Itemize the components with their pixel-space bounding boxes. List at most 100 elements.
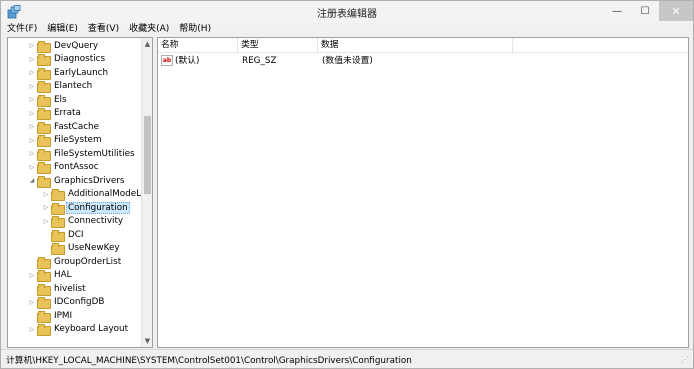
tree-item-connectivity[interactable]: ▷ Connectivity	[43, 215, 125, 229]
column-header-name[interactable]: 名称	[158, 38, 238, 52]
tree-item-earlylaunch[interactable]: ▷ EarlyLaunch	[29, 66, 110, 80]
tree-item-label: Configuration	[66, 201, 130, 214]
close-button[interactable]: ✕	[659, 1, 693, 21]
tree-item-fastcache[interactable]: ▷ FastCache	[29, 120, 101, 134]
tree-item-dci[interactable]: DCI	[43, 228, 86, 242]
expand-arrow-icon[interactable]: ▷	[29, 136, 35, 144]
tree-item-filesystem[interactable]: ▷ FileSystem	[29, 134, 104, 148]
column-header-row: 名称 类型 数据	[158, 38, 688, 53]
menu-file[interactable]: 文件(F)	[2, 23, 42, 35]
tree-item-label: EarlyLaunch	[54, 67, 109, 78]
menu-view[interactable]: 查看(V)	[83, 23, 124, 35]
expand-arrow-icon[interactable]: ▷	[29, 298, 35, 306]
title-bar[interactable]: 注册表编辑器 — ☐ ✕	[1, 1, 693, 23]
tree-item-label: Connectivity	[68, 216, 124, 227]
tree-item-ipmi[interactable]: IPMI	[29, 309, 74, 323]
expand-arrow-icon[interactable]: ▷	[43, 217, 49, 225]
folder-icon	[37, 270, 51, 283]
no-expander	[43, 244, 49, 252]
value-row[interactable]: ab (默认) REG_SZ (数值未设置)	[158, 54, 688, 68]
maximize-button[interactable]: ☐	[631, 1, 659, 21]
collapse-arrow-icon[interactable]: ◢	[29, 177, 35, 185]
tree-item-errata[interactable]: ▷ Errata	[29, 107, 83, 121]
expand-arrow-icon[interactable]: ▷	[43, 190, 49, 198]
expand-arrow-icon[interactable]: ▷	[29, 69, 35, 77]
tree-item-keyboard-layout[interactable]: ▷ Keyboard Layout	[29, 323, 130, 337]
registry-values-list[interactable]: 名称 类型 数据 ab (默认) REG_SZ (数值未设置)	[157, 37, 689, 348]
tree-item-devquery[interactable]: ▷ DevQuery	[29, 39, 100, 53]
tree-item-label: FileSystem	[54, 135, 102, 146]
expand-arrow-icon[interactable]: ▷	[29, 163, 35, 171]
no-expander	[29, 258, 35, 266]
tree-item-label: IPMI	[54, 310, 73, 321]
tree-item-graphicsdrivers[interactable]: ◢ GraphicsDrivers	[29, 174, 127, 188]
value-data: (数值未设置)	[322, 56, 373, 66]
status-bar: 计算机\HKEY_LOCAL_MACHINE\SYSTEM\ControlSet…	[1, 349, 693, 367]
registry-key-tree[interactable]: ▷ DevQuery ▷ Diagnostics ▷ EarlyLaunch ▷ Elante…	[7, 37, 153, 348]
string-value-icon: ab	[161, 55, 173, 66]
expand-arrow-icon[interactable]: ▷	[29, 325, 35, 333]
folder-icon	[37, 148, 51, 161]
folder-icon	[37, 162, 51, 175]
tree-item-label: Errata	[54, 108, 81, 119]
scroll-up-icon[interactable]: ▲	[142, 38, 152, 50]
column-header-type[interactable]: 类型	[238, 38, 318, 52]
tree-item-label: AdditionalModeLis	[68, 189, 149, 200]
expand-arrow-icon[interactable]: ▷	[29, 123, 35, 131]
tree-item-idconfigdb[interactable]: ▷ IDConfigDB	[29, 296, 106, 310]
folder-icon	[51, 189, 65, 202]
menu-bar: 文件(F) 编辑(E) 查看(V) 收藏夹(A) 帮助(H)	[2, 23, 216, 35]
column-header-data[interactable]: 数据	[318, 38, 513, 52]
tree-item-label: DevQuery	[54, 40, 99, 51]
tree-item-configuration[interactable]: ▷ Configuration	[43, 201, 130, 215]
tree-item-label: Els	[54, 94, 67, 105]
tree-item-filesystemutilities[interactable]: ▷ FileSystemUtilities	[29, 147, 137, 161]
expand-arrow-icon[interactable]: ▷	[29, 150, 35, 158]
expand-arrow-icon[interactable]: ▷	[29, 82, 35, 90]
minimize-button[interactable]: —	[603, 1, 631, 21]
folder-icon	[37, 121, 51, 134]
expand-arrow-icon[interactable]: ▷	[29, 42, 35, 50]
registry-editor-window: 注册表编辑器 — ☐ ✕ 文件(F) 编辑(E) 查看(V) 收藏夹(A) 帮助…	[0, 0, 694, 369]
expand-arrow-icon[interactable]: ▷	[43, 204, 49, 212]
expand-arrow-icon[interactable]: ▷	[29, 109, 35, 117]
tree-item-additionalmodelis[interactable]: ▷ AdditionalModeLis	[43, 188, 150, 202]
menu-help[interactable]: 帮助(H)	[174, 23, 216, 35]
tree-vertical-scrollbar[interactable]: ▲ ▼	[141, 38, 152, 347]
folder-icon	[51, 216, 65, 229]
tree-item-usenewkey[interactable]: UseNewKey	[43, 242, 122, 256]
tree-item-label: HAL	[54, 270, 72, 281]
scroll-down-icon[interactable]: ▼	[142, 335, 152, 347]
folder-icon	[51, 202, 65, 215]
tree-item-label: Keyboard Layout	[54, 324, 129, 335]
window-title: 注册表编辑器	[317, 9, 377, 20]
folder-icon	[51, 243, 65, 256]
folder-icon	[37, 310, 51, 323]
resize-grip-icon[interactable]: ⋰	[681, 355, 691, 365]
tree-item-label: Elantech	[54, 81, 93, 92]
tree-item-els[interactable]: ▷ Els	[29, 93, 69, 107]
scrollbar-thumb[interactable]	[144, 116, 151, 194]
tree-item-elantech[interactable]: ▷ Elantech	[29, 80, 94, 94]
expand-arrow-icon[interactable]: ▷	[29, 271, 35, 279]
menu-edit[interactable]: 编辑(E)	[42, 23, 83, 35]
menu-favorites[interactable]: 收藏夹(A)	[124, 23, 174, 35]
tree-item-hal[interactable]: ▷ HAL	[29, 269, 74, 283]
tree-item-label: FileSystemUtilities	[54, 148, 135, 159]
status-key-path: 计算机\HKEY_LOCAL_MACHINE\SYSTEM\ControlSet…	[6, 356, 412, 366]
value-type: REG_SZ	[242, 56, 277, 66]
tree-item-grouporderlist[interactable]: GroupOrderList	[29, 255, 123, 269]
folder-icon	[37, 175, 51, 188]
folder-icon	[37, 324, 51, 337]
tree-item-label: FastCache	[54, 121, 100, 132]
folder-icon	[37, 256, 51, 269]
value-name: (默认)	[175, 56, 200, 66]
no-expander	[29, 285, 35, 293]
no-expander	[43, 231, 49, 239]
tree-item-fontassoc[interactable]: ▷ FontAssoc	[29, 161, 101, 175]
tree-item-label: hivelist	[54, 283, 86, 294]
tree-item-diagnostics[interactable]: ▷ Diagnostics	[29, 53, 107, 67]
tree-item-hivelist[interactable]: hivelist	[29, 282, 88, 296]
expand-arrow-icon[interactable]: ▷	[29, 96, 35, 104]
expand-arrow-icon[interactable]: ▷	[29, 55, 35, 63]
